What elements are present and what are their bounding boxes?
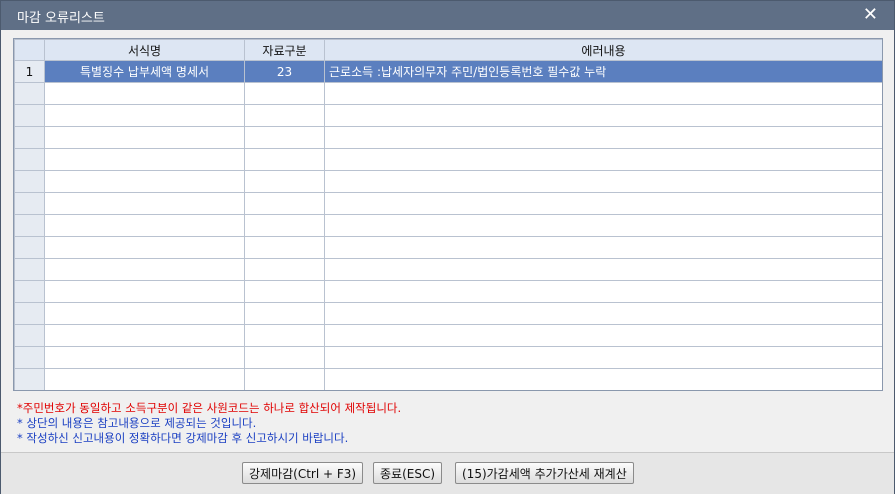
cell-form-name[interactable] — [44, 236, 245, 259]
cell-error-content[interactable]: 근로소득 :납세자의무자 주민/법인등록번호 필수값 누락 — [324, 60, 882, 83]
row-number — [14, 214, 45, 237]
row-number — [14, 192, 45, 215]
cell-error-content[interactable] — [324, 368, 882, 390]
cell-error-content[interactable] — [324, 324, 882, 347]
cell-data-type[interactable] — [244, 148, 325, 171]
force-close-button[interactable]: 강제마감(Ctrl + F3) — [242, 462, 364, 484]
cell-form-name[interactable] — [44, 280, 245, 303]
cell-form-name[interactable] — [44, 258, 245, 281]
cell-form-name[interactable] — [44, 302, 245, 325]
row-number — [14, 148, 45, 171]
cell-data-type[interactable] — [244, 280, 325, 303]
cell-data-type[interactable] — [244, 126, 325, 149]
row-number — [14, 82, 45, 105]
cell-error-content[interactable] — [324, 148, 882, 171]
note-merge-info: *주민번호가 동일하고 소득구분이 같은 사원코드는 하나로 합산되어 제작됩니… — [17, 401, 402, 415]
row-number — [14, 302, 45, 325]
col-header-rownum — [14, 39, 45, 61]
error-grid[interactable]: 서식명 자료구분 에러내용 1 특별징수 납부세액 명세서 23 근로소득 :납… — [13, 38, 883, 391]
empty-table-row[interactable] — [14, 258, 882, 281]
button-bar: 강제마감(Ctrl + F3) 종료(ESC) (15)가감세액 추가가산세 재… — [1, 452, 894, 494]
note-force-close-info: * 작성하신 신고내용이 정확하다면 강제마감 후 신고하시기 바랍니다. — [17, 431, 349, 445]
cell-form-name[interactable] — [44, 324, 245, 347]
row-number — [14, 324, 45, 347]
cell-error-content[interactable] — [324, 126, 882, 149]
empty-table-row[interactable] — [14, 170, 882, 193]
cell-form-name[interactable] — [44, 126, 245, 149]
col-header-data-type[interactable]: 자료구분 — [244, 39, 325, 61]
row-number — [14, 258, 45, 281]
row-number — [14, 236, 45, 259]
row-number — [14, 368, 45, 390]
empty-table-row[interactable] — [14, 324, 882, 347]
cell-error-content[interactable] — [324, 302, 882, 325]
cell-data-type[interactable] — [244, 82, 325, 105]
empty-table-row[interactable] — [14, 82, 882, 105]
cell-form-name[interactable] — [44, 192, 245, 215]
cell-error-content[interactable] — [324, 236, 882, 259]
cell-form-name[interactable] — [44, 104, 245, 127]
cell-data-type[interactable]: 23 — [244, 60, 325, 83]
notes-area: *주민번호가 동일하고 소득구분이 같은 사원코드는 하나로 합산되어 제작됩니… — [17, 401, 401, 446]
cell-form-name[interactable] — [44, 170, 245, 193]
empty-table-row[interactable] — [14, 368, 882, 390]
cell-data-type[interactable] — [244, 192, 325, 215]
cell-error-content[interactable] — [324, 170, 882, 193]
cell-form-name[interactable]: 특별징수 납부세액 명세서 — [44, 60, 245, 83]
cell-error-content[interactable] — [324, 104, 882, 127]
cell-data-type[interactable] — [244, 236, 325, 259]
row-number — [14, 280, 45, 303]
cell-error-content[interactable] — [324, 280, 882, 303]
cell-data-type[interactable] — [244, 368, 325, 390]
cell-form-name[interactable] — [44, 82, 245, 105]
table-row[interactable]: 1 특별징수 납부세액 명세서 23 근로소득 :납세자의무자 주민/법인등록번… — [14, 60, 882, 83]
error-table: 서식명 자료구분 에러내용 1 특별징수 납부세액 명세서 23 근로소득 :납… — [14, 39, 882, 390]
exit-button[interactable]: 종료(ESC) — [373, 462, 443, 484]
cell-data-type[interactable] — [244, 324, 325, 347]
cell-data-type[interactable] — [244, 258, 325, 281]
cell-error-content[interactable] — [324, 82, 882, 105]
empty-table-row[interactable] — [14, 104, 882, 127]
col-header-form-name[interactable]: 서식명 — [44, 39, 245, 61]
cell-error-content[interactable] — [324, 258, 882, 281]
cell-error-content[interactable] — [324, 214, 882, 237]
empty-table-row[interactable] — [14, 192, 882, 215]
cell-data-type[interactable] — [244, 346, 325, 369]
title-bar[interactable]: 마감 오류리스트 ✕ — [1, 1, 894, 30]
row-number: 1 — [14, 60, 45, 83]
empty-table-row[interactable] — [14, 302, 882, 325]
empty-table-row[interactable] — [14, 346, 882, 369]
row-number — [14, 126, 45, 149]
row-number — [14, 170, 45, 193]
cell-form-name[interactable] — [44, 214, 245, 237]
empty-table-row[interactable] — [14, 280, 882, 303]
cell-error-content[interactable] — [324, 192, 882, 215]
table-header-row: 서식명 자료구분 에러내용 — [14, 39, 882, 61]
empty-table-row[interactable] — [14, 214, 882, 237]
cell-data-type[interactable] — [244, 170, 325, 193]
col-header-error-content[interactable]: 에러내용 — [324, 39, 882, 61]
cell-form-name[interactable] — [44, 148, 245, 171]
cell-data-type[interactable] — [244, 104, 325, 127]
row-number — [14, 346, 45, 369]
note-reference-info: * 상단의 내용은 참고내용으로 제공되는 것입니다. — [17, 416, 257, 430]
empty-table-row[interactable] — [14, 126, 882, 149]
empty-table-row[interactable] — [14, 236, 882, 259]
window-title: 마감 오류리스트 — [17, 11, 105, 26]
cell-data-type[interactable] — [244, 214, 325, 237]
cell-error-content[interactable] — [324, 346, 882, 369]
close-icon[interactable]: ✕ — [863, 4, 878, 25]
cell-form-name[interactable] — [44, 346, 245, 369]
error-list-window: 마감 오류리스트 ✕ 서식명 자료구분 에러내용 1 특별징수 납부세액 명세서… — [0, 0, 895, 494]
row-number — [14, 104, 45, 127]
empty-table-row[interactable] — [14, 148, 882, 171]
cell-form-name[interactable] — [44, 368, 245, 390]
cell-data-type[interactable] — [244, 302, 325, 325]
recalc-button[interactable]: (15)가감세액 추가가산세 재계산 — [455, 462, 634, 484]
